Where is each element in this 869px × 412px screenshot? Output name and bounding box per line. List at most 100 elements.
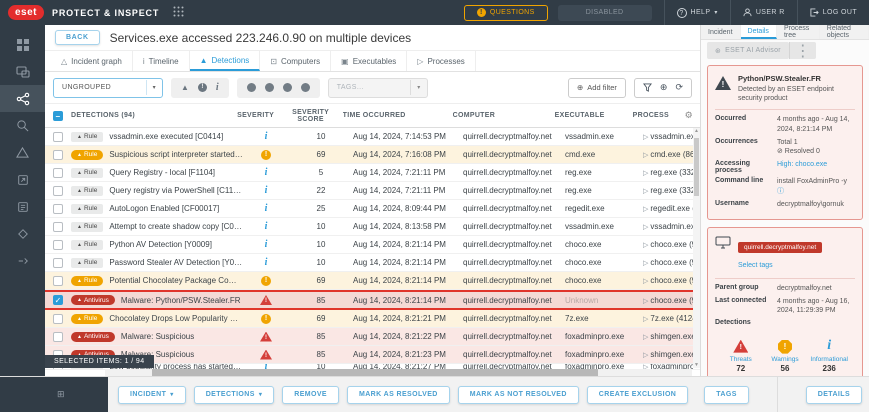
process-name[interactable]: ▷reg.exe (332…	[643, 186, 693, 195]
computer-name[interactable]: quirrell.decryptmalfoy.net	[463, 276, 565, 285]
incident-button[interactable]: INCIDENT▾	[118, 386, 186, 404]
row-checkbox[interactable]	[53, 258, 63, 268]
horizontal-scrollbar[interactable]	[105, 369, 692, 376]
executable-name[interactable]: Unknown	[565, 296, 643, 305]
table-row[interactable]: ▲RuleAutoLogon Enabled [CF00017]i25Aug 1…	[45, 200, 700, 218]
scroll-down-icon[interactable]: ▼	[694, 362, 699, 368]
row-checkbox[interactable]	[53, 314, 63, 324]
row-checkbox[interactable]	[53, 276, 63, 286]
detection-name[interactable]: Query Registry - local [F1104]	[109, 168, 215, 177]
table-row[interactable]: ▲AntivirusMalware: Suspicious!85Aug 14, …	[45, 328, 700, 346]
field-value[interactable]: High: choco.exe	[777, 161, 827, 168]
row-checkbox[interactable]	[53, 204, 63, 214]
detection-name[interactable]: Malware: Suspicious	[121, 332, 194, 341]
tags-filter-select[interactable]: TAGS... ▾	[328, 78, 428, 98]
tab-incident-graph[interactable]: △Incident graph	[51, 51, 133, 71]
executable-name[interactable]: choco.exe	[565, 240, 643, 249]
select-tags-link[interactable]: Select tags	[738, 262, 773, 269]
help-menu[interactable]: ? HELP ▾	[664, 0, 730, 25]
row-checkbox[interactable]	[53, 186, 63, 196]
disabled-button[interactable]: DISABLED	[558, 5, 652, 21]
sidebar-expand[interactable]	[0, 247, 45, 274]
detection-name[interactable]: Suspicious script interpreter started - …	[109, 150, 243, 159]
funnel-icon[interactable]	[643, 83, 652, 92]
process-name[interactable]: ▷shimgen.exe…	[643, 332, 693, 341]
row-checkbox[interactable]	[53, 150, 63, 160]
process-name[interactable]: ▷choco.exe (9…	[643, 276, 693, 285]
count-threats[interactable]: !Threats72	[719, 336, 763, 373]
process-name[interactable]: ▷reg.exe (332…	[643, 168, 693, 177]
detection-name[interactable]: Query registry via PowerShell [C1102a]	[109, 186, 243, 195]
executable-name[interactable]: foxadminpro.exe	[565, 350, 643, 359]
detections-button[interactable]: DETECTIONS▾	[194, 386, 275, 404]
table-row[interactable]: ▲RuleAttempt to create shadow copy [C045…	[45, 218, 700, 236]
status-dot-4-icon[interactable]	[301, 83, 310, 92]
computer-name[interactable]: quirrell.decryptmalfoy.net	[463, 296, 565, 305]
mark-as-not-resolved-button[interactable]: MARK AS NOT RESOLVED	[458, 386, 579, 404]
tab-timeline[interactable]: iTimeline	[133, 51, 190, 71]
remove-button[interactable]: REMOVE	[282, 386, 339, 404]
panel-tab-related-objects[interactable]: Related objects	[820, 25, 869, 39]
details-button[interactable]: DETAILS	[806, 386, 862, 404]
table-row[interactable]: ▲RuleQuery registry via PowerShell [C110…	[45, 182, 700, 200]
column-settings-gear-icon[interactable]: ⚙	[685, 110, 693, 121]
sidebar-item-detections[interactable]	[0, 139, 45, 166]
col-detections[interactable]: DETECTIONS (94)	[71, 112, 233, 119]
executable-name[interactable]: reg.exe	[565, 186, 643, 195]
executable-name[interactable]: cmd.exe	[565, 150, 643, 159]
detection-name[interactable]: Malware: Python/PSW.Stealer.FR	[121, 296, 241, 305]
process-name[interactable]: ▷7z.exe (4124…	[643, 314, 693, 323]
executable-name[interactable]: 7z.exe	[565, 314, 643, 323]
app-grid-icon[interactable]	[173, 4, 184, 22]
executable-name[interactable]: vssadmin.exe	[565, 222, 643, 231]
process-name[interactable]: ▷choco.exe (9…	[643, 296, 693, 305]
table-row[interactable]: ▲RuleSuspicious script interpreter start…	[45, 146, 700, 164]
create-exclusion-button[interactable]: CREATE EXCLUSION	[587, 386, 688, 404]
computer-name[interactable]: quirrell.decryptmalfoy.net	[463, 132, 565, 141]
table-row[interactable]: ▲RuleQuery Registry - local [F1104]i5Aug…	[45, 164, 700, 182]
status-dot-2-icon[interactable]	[265, 83, 274, 92]
vscroll-thumb[interactable]	[694, 138, 699, 196]
table-row[interactable]: ✓▲AntivirusMalware: Python/PSW.Stealer.F…	[45, 290, 700, 310]
grouping-select[interactable]: UNGROUPED ▾	[53, 78, 163, 98]
computer-name[interactable]: quirrell.decryptmalfoy.net	[463, 332, 565, 341]
detection-name[interactable]: Password Stealer AV Detection [Y0036]	[109, 258, 243, 267]
table-row[interactable]: ▲Rulevssadmin.exe executed [C0414]i10Aug…	[45, 128, 700, 146]
tab-computers[interactable]: ⊡Computers	[260, 51, 331, 71]
table-row[interactable]: ▲RulePotential Chocolatey Package Compro…	[45, 272, 700, 290]
table-row[interactable]: ▲RulePassword Stealer AV Detection [Y003…	[45, 254, 700, 272]
back-button[interactable]: BACK	[55, 30, 100, 45]
row-checkbox[interactable]	[53, 132, 63, 142]
tab-detections[interactable]: ▲Detections	[190, 51, 261, 71]
row-checkbox[interactable]	[53, 240, 63, 250]
process-name[interactable]: ▷choco.exe (9…	[643, 258, 693, 267]
row-checkbox[interactable]: ✓	[53, 295, 63, 305]
executable-name[interactable]: vssadmin.exe	[565, 132, 643, 141]
panel-tab-details[interactable]: Details	[741, 25, 777, 39]
panel-tab-incident[interactable]: Incident	[701, 25, 741, 39]
scroll-up-icon[interactable]: ▲	[694, 128, 699, 134]
detection-name[interactable]: vssadmin.exe executed [C0414]	[109, 132, 223, 141]
col-executable[interactable]: EXECUTABLE	[555, 112, 633, 119]
add-filter-button[interactable]: ⊕ Add filter	[568, 78, 626, 98]
process-name[interactable]: ▷vssadmin.ex…	[643, 132, 693, 141]
computer-name[interactable]: quirrell.decryptmalfoy.net	[463, 350, 565, 359]
row-checkbox[interactable]	[53, 168, 63, 178]
logout-button[interactable]: LOG OUT	[797, 0, 869, 25]
process-name[interactable]: ▷shimgen.exe…	[643, 350, 693, 359]
copy-icon[interactable]: ⓘ	[777, 188, 784, 195]
detection-name[interactable]: Python AV Detection [Y0009]	[109, 240, 212, 249]
detection-name[interactable]: Attempt to create shadow copy [C0452]	[109, 222, 243, 231]
tab-executables[interactable]: ▣Executables	[331, 51, 407, 71]
panel-toggle-icon[interactable]: ⊞	[57, 389, 65, 400]
computer-name[interactable]: quirrell.decryptmalfoy.net	[463, 258, 565, 267]
computer-name[interactable]: quirrell.decryptmalfoy.net	[463, 204, 565, 213]
refresh-icon[interactable]: ⟳	[675, 82, 683, 93]
status-filter-group[interactable]	[237, 78, 320, 98]
col-process[interactable]: PROCESS	[633, 112, 683, 119]
sidebar-item-scripts[interactable]	[0, 193, 45, 220]
table-row[interactable]: ▲RuleChocolatey Drops Low Popularity Exe…	[45, 310, 700, 328]
sidebar-item-dashboard[interactable]	[0, 31, 45, 58]
process-name[interactable]: ▷vssadmin.ex…	[643, 222, 693, 231]
count-informational[interactable]: iInformational236	[807, 336, 851, 373]
